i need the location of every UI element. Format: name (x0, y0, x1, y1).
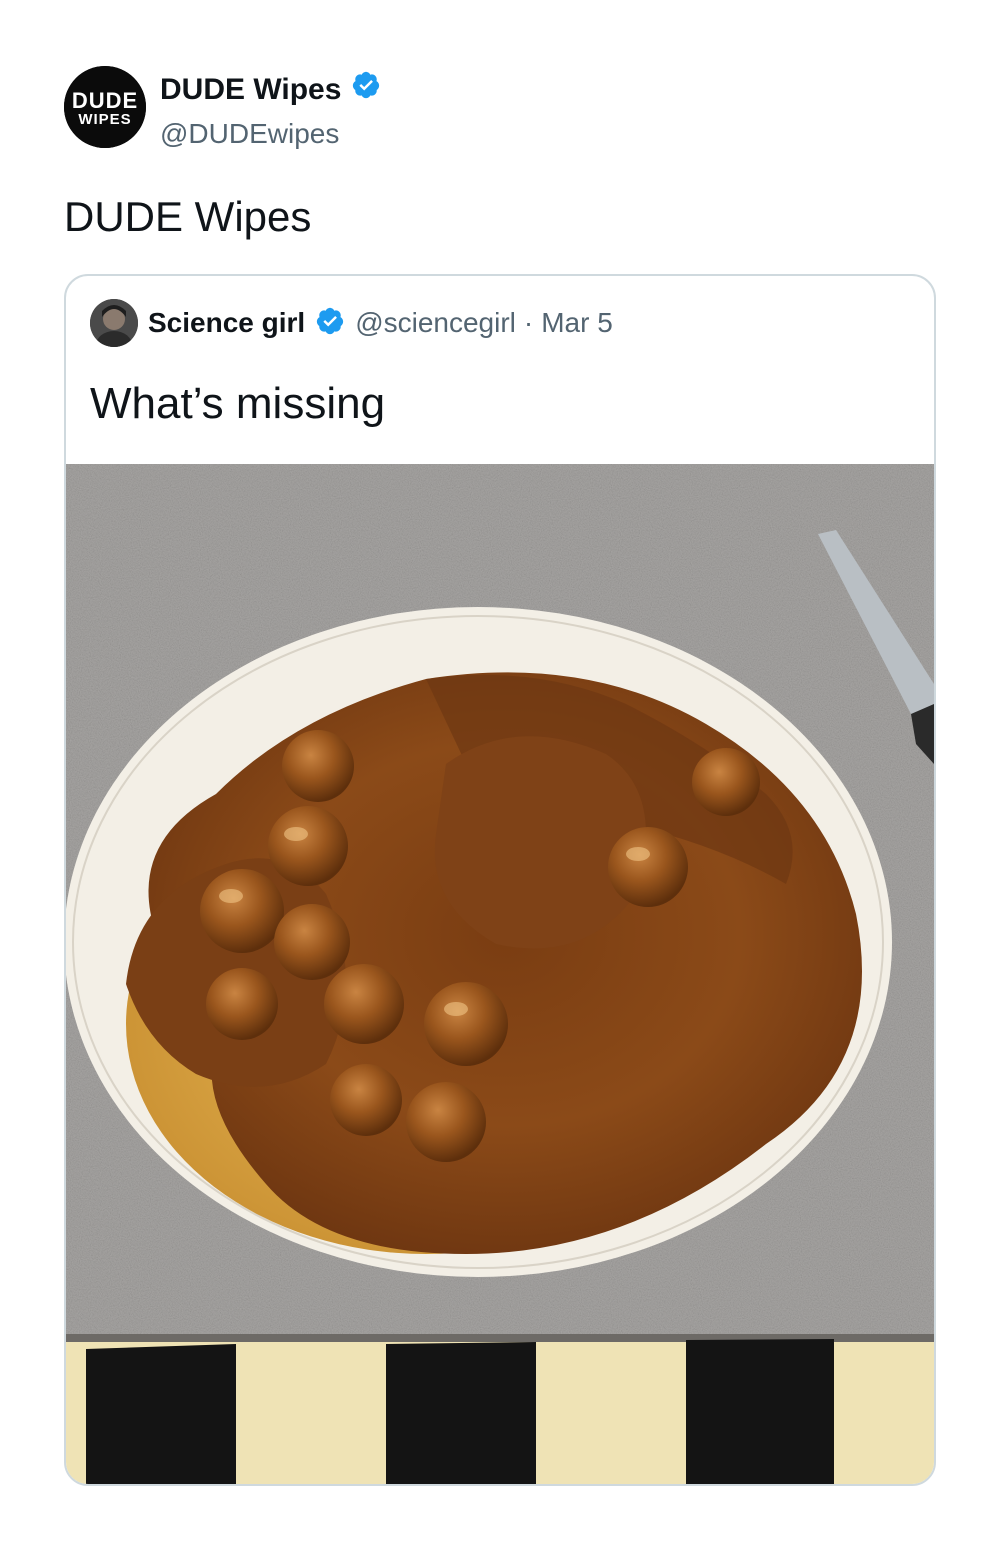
quoted-date[interactable]: Mar 5 (541, 306, 613, 340)
dude-wipes-logo: DUDE WIPES (64, 66, 146, 148)
quoted-author-handle[interactable]: @sciencegirl (355, 306, 516, 340)
svg-text:WIPES: WIPES (78, 111, 131, 128)
author-name[interactable]: DUDE Wipes (160, 71, 341, 109)
tweet-text: DUDE Wipes (64, 193, 312, 240)
quoted-tweet-photo[interactable] (66, 464, 934, 1484)
dude-wipes-avatar[interactable]: DUDE WIPES (64, 66, 146, 148)
tweet: DUDE WIPES DUDE Wipes @DUDEwipes DUDE Wi… (0, 0, 1000, 1550)
science-girl-avatar[interactable] (90, 299, 138, 347)
quoted-verified-badge-icon (315, 306, 345, 341)
author-name-row[interactable]: DUDE Wipes (160, 70, 381, 110)
quoted-tweet-card[interactable]: Science girl @sciencegirl · Mar 5 What’s… (64, 274, 936, 1486)
svg-text:DUDE: DUDE (72, 88, 138, 113)
quoted-tweet-text: What’s missing (90, 379, 386, 428)
author-handle[interactable]: @DUDEwipes (160, 116, 339, 152)
quoted-author-name[interactable]: Science girl (148, 306, 305, 340)
quoted-separator: · (523, 307, 534, 338)
quoted-tweet-header: Science girl @sciencegirl · Mar 5 (90, 298, 613, 348)
verified-badge-icon (351, 70, 381, 110)
food-plate-photo-icon (66, 464, 934, 1484)
